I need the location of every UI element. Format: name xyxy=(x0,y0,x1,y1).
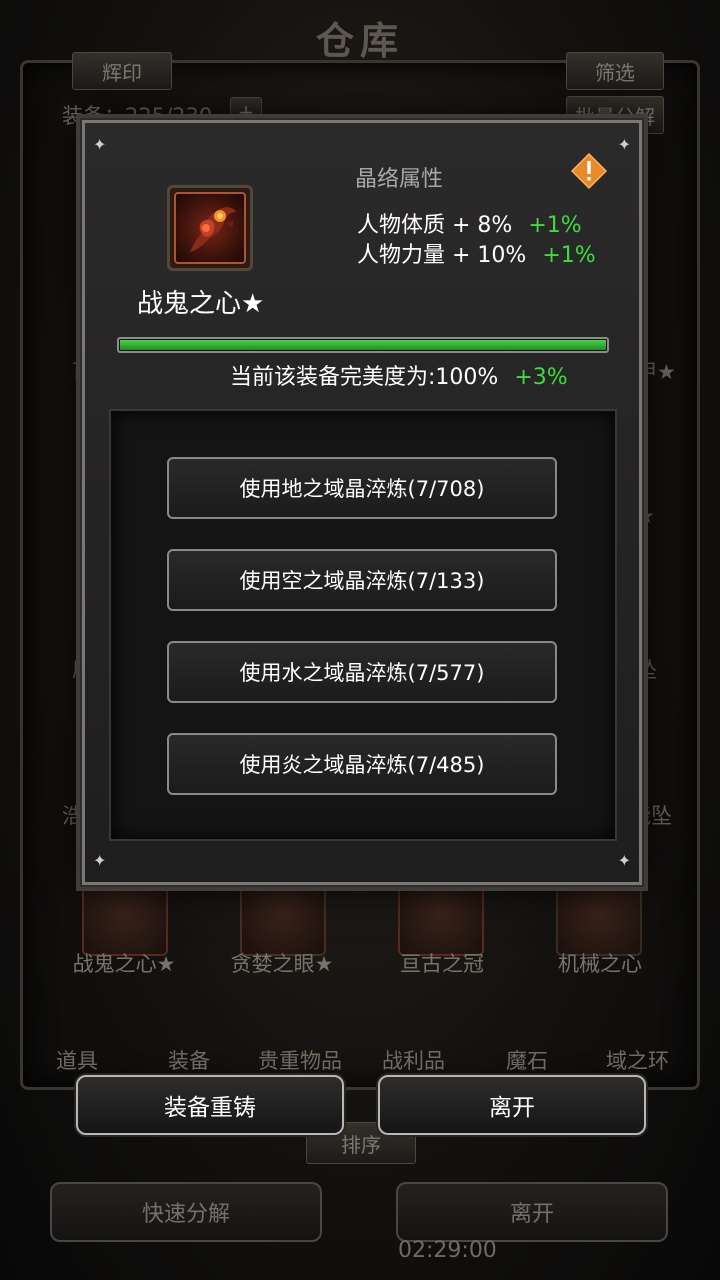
attribute-row: 人物力量 + 10% +1% xyxy=(357,237,596,269)
corner-ornament-icon: ✦ xyxy=(617,135,631,154)
attribute-text: 人物体质 + 8% xyxy=(357,213,513,238)
refine-water-crystal-button[interactable]: 使用水之域晶淬炼(7/577) xyxy=(167,641,557,703)
item-label-4: 机械之心 xyxy=(558,952,642,976)
leave-button[interactable]: 离开 xyxy=(378,1075,646,1135)
warning-icon[interactable] xyxy=(569,151,609,191)
crystal-attributes-title: 晶络属性 xyxy=(355,167,444,192)
emblem-button: 辉印 xyxy=(72,52,172,90)
heart-artwork-icon xyxy=(190,207,236,252)
attribute-bonus: +1% xyxy=(542,243,596,268)
crystal-refine-dialog: ✦ ✦ ✦ ✦ 战鬼之心★ 晶络属性 人物体质 + 8% +1% 人物力量 + 1… xyxy=(80,118,644,887)
tab-equipment: 装备 xyxy=(168,1049,210,1073)
tab-items: 道具 xyxy=(56,1049,98,1073)
quick-decompose-button: 快速分解 xyxy=(50,1182,322,1242)
perfection-row: 当前该装备完美度为:100% +3% xyxy=(230,359,568,391)
attribute-text: 人物力量 + 10% xyxy=(357,243,527,268)
attribute-row: 人物体质 + 8% +1% xyxy=(357,207,582,239)
refine-earth-crystal-button[interactable]: 使用地之域晶淬炼(7/708) xyxy=(167,457,557,519)
corner-ornament-icon: ✦ xyxy=(93,851,107,870)
item-label-3: 亘古之冠 xyxy=(400,952,484,976)
perfection-text: 当前该装备完美度为:100% xyxy=(230,365,499,390)
reforge-equipment-button[interactable]: 装备重铸 xyxy=(76,1075,344,1135)
clock: 02:29:00 xyxy=(398,1238,497,1263)
item-name: 战鬼之心★ xyxy=(137,289,265,319)
corner-ornament-icon: ✦ xyxy=(93,135,107,154)
refine-sky-crystal-button[interactable]: 使用空之域晶淬炼(7/133) xyxy=(167,549,557,611)
refine-options-panel: 使用地之域晶淬炼(7/708) 使用空之域晶淬炼(7/133) 使用水之域晶淬炼… xyxy=(109,409,617,841)
item-label-2: 贪婪之眼★ xyxy=(230,952,334,976)
tab-domain-rings: 域之环 xyxy=(606,1049,669,1073)
heart-item-icon xyxy=(167,185,253,271)
filter-button: 筛选 xyxy=(566,52,664,90)
item-label-1: 战鬼之心★ xyxy=(72,952,176,976)
perfection-progress-fill xyxy=(120,340,606,350)
perfection-bonus: +3% xyxy=(514,365,568,390)
corner-ornament-icon: ✦ xyxy=(617,851,631,870)
refine-fire-crystal-button[interactable]: 使用炎之域晶淬炼(7/485) xyxy=(167,733,557,795)
side-label-left-3: 浩 xyxy=(62,804,83,828)
perfection-progress-bar xyxy=(117,337,609,353)
attribute-bonus: +1% xyxy=(528,213,582,238)
tab-valuables: 贵重物品 xyxy=(258,1049,342,1073)
background-leave-button: 离开 xyxy=(396,1182,668,1242)
tab-loot: 战利品 xyxy=(382,1049,445,1073)
tab-magic-stones: 魔石 xyxy=(506,1049,548,1073)
